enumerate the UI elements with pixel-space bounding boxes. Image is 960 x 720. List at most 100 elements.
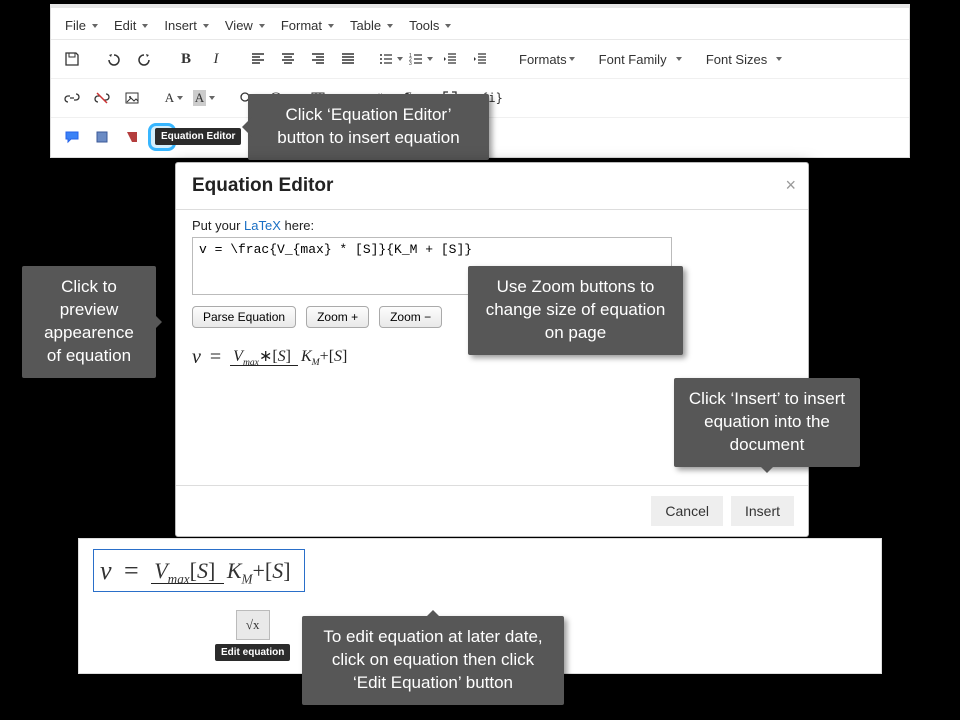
menu-tools[interactable]: Tools [403, 14, 461, 37]
eq-num-op: ∗ [259, 348, 272, 365]
menu-format[interactable]: Format [275, 14, 344, 37]
menu-view[interactable]: View [219, 14, 275, 37]
dialog-title: Equation Editor [176, 163, 808, 210]
image-button[interactable] [118, 84, 146, 112]
unlink-button[interactable] [88, 84, 116, 112]
menu-table[interactable]: Table [344, 14, 403, 37]
formats-dropdown[interactable]: Formats [511, 48, 583, 71]
parse-equation-button[interactable]: Parse Equation [192, 306, 296, 328]
comment-button[interactable] [58, 123, 86, 151]
eq-den-base: K [227, 558, 242, 583]
caret-icon [569, 57, 575, 61]
eq-den-sym: S [272, 558, 283, 583]
caret-icon [445, 24, 451, 28]
eq-br: ] [283, 558, 290, 583]
inserted-equation[interactable]: v = Vmax[S] KM+[S] [93, 549, 305, 592]
eq-den-op: + [320, 348, 329, 365]
link-button[interactable] [58, 84, 86, 112]
eq-fraction: Vmax∗[S] KM+[S] [230, 348, 350, 369]
font-family-label: Font Family [599, 52, 667, 67]
undo-button[interactable] [100, 45, 128, 73]
menu-format-label: Format [281, 18, 322, 33]
eq-fraction: Vmax[S] KM+[S] [151, 559, 293, 587]
caret-icon [92, 24, 98, 28]
font-family-dropdown[interactable]: Font Family [591, 48, 690, 71]
eq-den-sub: M [312, 357, 320, 368]
bullet-list-button[interactable] [376, 45, 404, 73]
caret-icon [142, 24, 148, 28]
caret-icon [427, 57, 433, 61]
toolbar-row-1: B I 123 Formats Font Family Font Sizes [51, 40, 909, 79]
prompt-suffix: here: [281, 218, 314, 233]
edit-equation-button[interactable]: √x [236, 610, 270, 640]
latex-prompt: Put your LaTeX here: [192, 218, 792, 233]
caret-icon [259, 24, 265, 28]
align-right-button[interactable] [304, 45, 332, 73]
menu-table-label: Table [350, 18, 381, 33]
latex-link[interactable]: LaTeX [244, 218, 281, 233]
callout-equation-button: Click ‘Equation Editor’ button to insert… [248, 94, 489, 160]
align-justify-button[interactable] [334, 45, 362, 73]
cancel-button[interactable]: Cancel [651, 496, 723, 526]
eq-equals: = [118, 556, 145, 585]
eq-br: ] [286, 348, 291, 365]
callout-insert: Click ‘Insert’ to insert equation into t… [674, 378, 860, 467]
caret-icon [203, 24, 209, 28]
caret-icon [209, 96, 215, 100]
svg-text:3: 3 [409, 61, 412, 67]
insert-button[interactable]: Insert [731, 496, 794, 526]
eq-num-sub: max [243, 357, 259, 368]
text-color-button[interactable]: A [160, 84, 188, 112]
eq-br: ] [208, 558, 215, 583]
eq-den-base: K [301, 348, 312, 365]
eq-num-sym: S [278, 348, 286, 365]
font-sizes-dropdown[interactable]: Font Sizes [698, 48, 791, 71]
callout-zoom: Use Zoom buttons to change size of equat… [468, 266, 683, 355]
close-icon[interactable]: × [785, 175, 796, 196]
eq-br: ] [342, 348, 347, 365]
eq-num-base: V [233, 348, 243, 365]
caret-icon [387, 24, 393, 28]
bold-button[interactable]: B [172, 45, 200, 73]
plugin2-button[interactable] [118, 123, 146, 151]
eq-br: [ [190, 558, 197, 583]
formats-label: Formats [519, 52, 567, 67]
align-left-button[interactable] [244, 45, 272, 73]
menu-tools-label: Tools [409, 18, 439, 33]
eq-lhs: v [192, 346, 201, 368]
caret-icon [328, 24, 334, 28]
edit-equation-toolbar: √x Edit equation [215, 610, 290, 661]
align-center-button[interactable] [274, 45, 302, 73]
number-list-button[interactable]: 123 [406, 45, 434, 73]
save-button[interactable] [58, 45, 86, 73]
menu-edit-label: Edit [114, 18, 136, 33]
callout-edit-equation: To edit equation at later date, click on… [302, 616, 564, 705]
eq-lhs: v [100, 556, 112, 585]
eq-den-sub: M [242, 571, 253, 586]
background-color-button[interactable]: A [190, 84, 218, 112]
menu-view-label: View [225, 18, 253, 33]
edit-equation-tooltip: Edit equation [215, 644, 290, 661]
eq-num-sub: max [168, 571, 190, 586]
dialog-footer: Cancel Insert [176, 485, 808, 536]
equation-editor-tooltip: Equation Editor [155, 128, 241, 145]
eq-equals: = [206, 346, 225, 368]
eq-den-op: + [253, 558, 265, 583]
indent-button[interactable] [466, 45, 494, 73]
menu-edit[interactable]: Edit [108, 14, 158, 37]
zoom-out-button[interactable]: Zoom − [379, 306, 442, 328]
caret-icon [177, 96, 183, 100]
eq-den-sym: S [334, 348, 342, 365]
plugin1-button[interactable] [88, 123, 116, 151]
italic-button[interactable]: I [202, 45, 230, 73]
prompt-prefix: Put your [192, 218, 244, 233]
outdent-button[interactable] [436, 45, 464, 73]
eq-num-sym: S [197, 558, 208, 583]
zoom-in-button[interactable]: Zoom + [306, 306, 369, 328]
caret-icon [397, 57, 403, 61]
font-sizes-label: Font Sizes [706, 52, 767, 67]
menu-insert[interactable]: Insert [158, 14, 219, 37]
menu-file[interactable]: File [59, 14, 108, 37]
menu-insert-label: Insert [164, 18, 197, 33]
redo-button[interactable] [130, 45, 158, 73]
